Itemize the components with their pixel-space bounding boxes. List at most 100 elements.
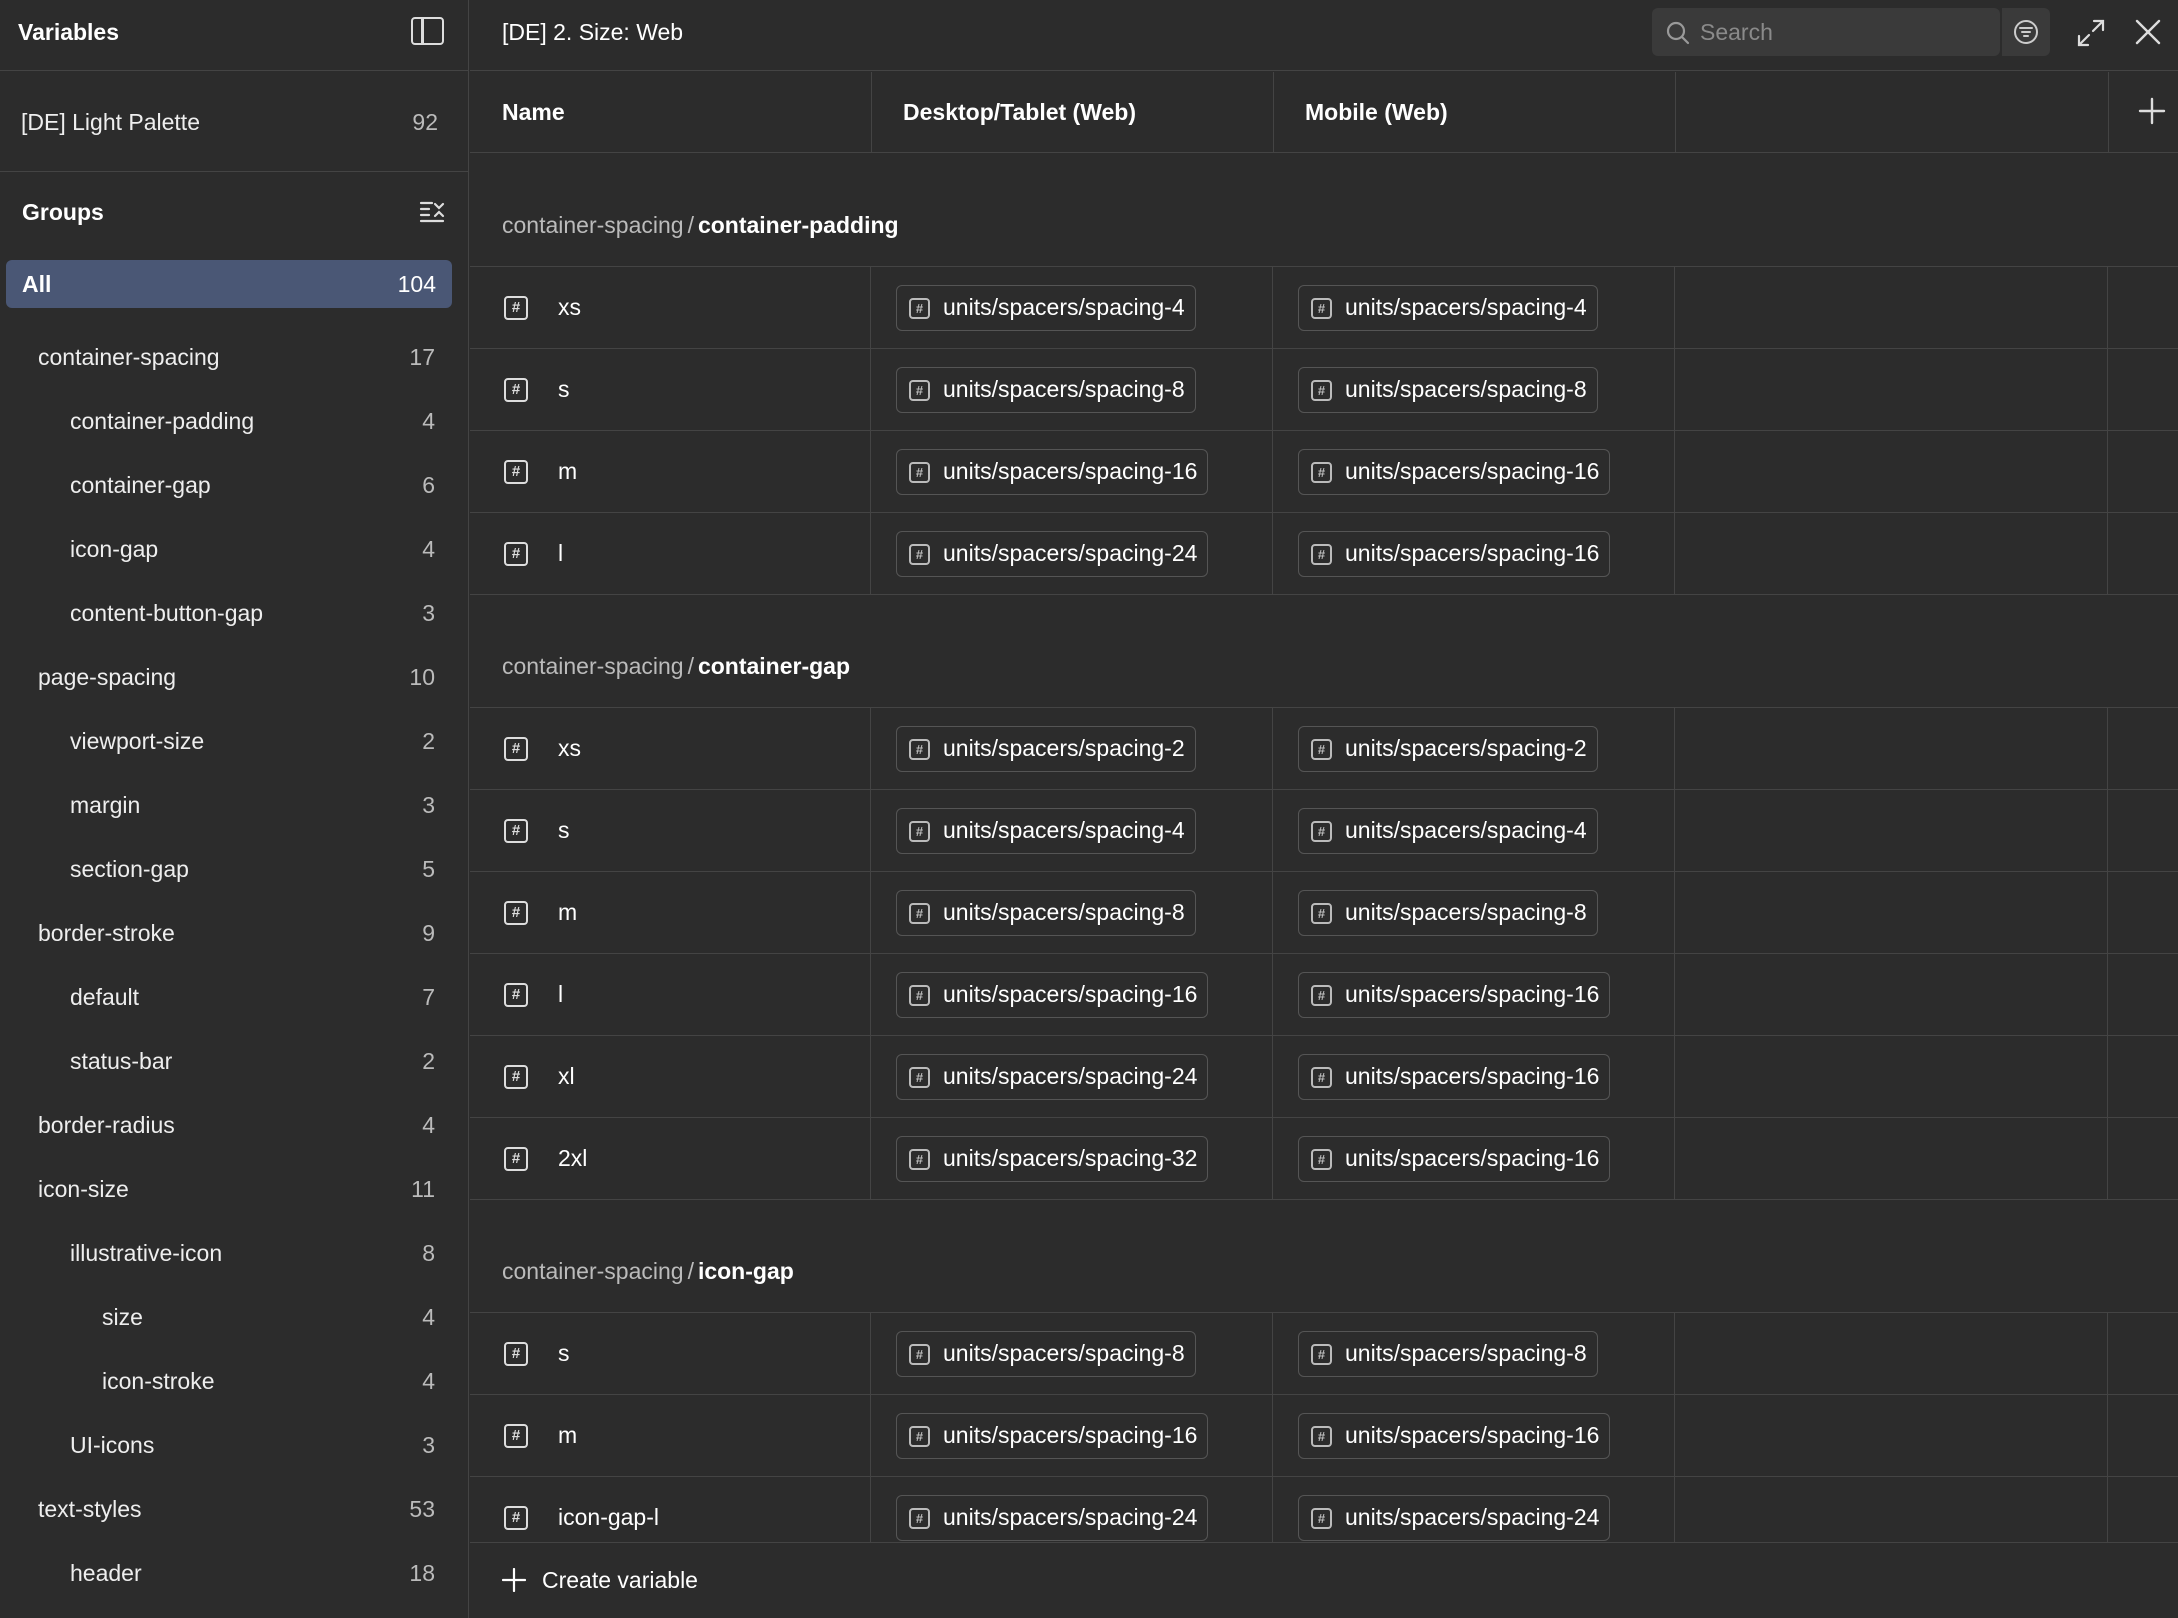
sidebar-group-all[interactable]: All 104 <box>6 260 452 308</box>
sidebar-group-container-spacing[interactable]: container-spacing 17 <box>0 324 469 388</box>
variable-row[interactable]: # s # units/spacers/spacing-4 # units/spacers… <box>470 790 2178 872</box>
sidebar-group-icon-stroke[interactable]: icon-stroke 4 <box>0 1348 469 1412</box>
alias-value-pill[interactable]: # units/spacers/spacing-8 <box>1298 1331 1598 1377</box>
variable-value-cell-desktop[interactable]: # units/spacers/spacing-16 <box>871 1395 1273 1476</box>
variable-name-cell[interactable]: # xl <box>470 1036 871 1117</box>
column-header-desktop[interactable]: Desktop/Tablet (Web) <box>903 99 1136 126</box>
sidebar-group-border-radius[interactable]: border-radius 4 <box>0 1092 469 1156</box>
sidebar-group-container-padding[interactable]: container-padding 4 <box>0 388 469 452</box>
variable-row[interactable]: # l # units/spacers/spacing-24 # units/spacer… <box>470 513 2178 595</box>
variable-row[interactable]: # m # units/spacers/spacing-16 # units/spacer… <box>470 1395 2178 1477</box>
alias-value-pill[interactable]: # units/spacers/spacing-4 <box>896 285 1196 331</box>
alias-value-pill[interactable]: # units/spacers/spacing-16 <box>1298 1413 1611 1459</box>
sidebar-group-margin[interactable]: margin 3 <box>0 772 469 836</box>
sidebar-group-illustrative-icon[interactable]: illustrative-icon 8 <box>0 1220 469 1284</box>
filter-button[interactable] <box>2002 8 2050 56</box>
sidebar-group-page-spacing[interactable]: page-spacing 10 <box>0 644 469 708</box>
alias-value-pill[interactable]: # units/spacers/spacing-8 <box>896 890 1196 936</box>
variable-row[interactable]: # xl # units/spacers/spacing-24 # units/space… <box>470 1036 2178 1118</box>
variable-value-cell-desktop[interactable]: # units/spacers/spacing-24 <box>871 1477 1273 1542</box>
variable-value-cell-desktop[interactable]: # units/spacers/spacing-4 <box>871 267 1273 348</box>
list-collapse-icon[interactable] <box>419 199 445 225</box>
sidebar-group-ui-icons[interactable]: UI-icons 3 <box>0 1412 469 1476</box>
alias-value-pill[interactable]: # units/spacers/spacing-32 <box>896 1136 1209 1182</box>
variable-value-cell-desktop[interactable]: # units/spacers/spacing-24 <box>871 1036 1273 1117</box>
column-header-name[interactable]: Name <box>502 99 565 126</box>
sidebar-group-icon-gap[interactable]: icon-gap 4 <box>0 516 469 580</box>
alias-value-pill[interactable]: # units/spacers/spacing-16 <box>896 972 1209 1018</box>
variable-row[interactable]: # s # units/spacers/spacing-8 # units/spacers… <box>470 1313 2178 1395</box>
alias-value-pill[interactable]: # units/spacers/spacing-24 <box>896 1495 1209 1541</box>
variable-value-cell-mobile[interactable]: # units/spacers/spacing-16 <box>1273 513 1675 594</box>
variable-value-cell-desktop[interactable]: # units/spacers/spacing-16 <box>871 431 1273 512</box>
variable-row[interactable]: #2xl # units/spacers/spacing-32 # units/spac… <box>470 1118 2178 1200</box>
variable-value-cell-mobile[interactable]: # units/spacers/spacing-24 <box>1273 1477 1675 1542</box>
close-icon[interactable] <box>2134 18 2162 46</box>
variable-value-cell-mobile[interactable]: # units/spacers/spacing-16 <box>1273 954 1675 1035</box>
collection-item[interactable]: [DE] Light Palette 92 <box>0 72 469 172</box>
alias-value-pill[interactable]: # units/spacers/spacing-24 <box>896 1054 1209 1100</box>
alias-value-pill[interactable]: # units/spacers/spacing-16 <box>1298 972 1611 1018</box>
alias-value-pill[interactable]: # units/spacers/spacing-2 <box>896 726 1196 772</box>
variable-value-cell-desktop[interactable]: # units/spacers/spacing-2 <box>871 708 1273 789</box>
sidebar-group-size[interactable]: size 4 <box>0 1284 469 1348</box>
alias-value-pill[interactable]: # units/spacers/spacing-24 <box>1298 1495 1611 1541</box>
alias-value-pill[interactable]: # units/spacers/spacing-8 <box>1298 367 1598 413</box>
sidebar-group-icon-size[interactable]: icon-size 11 <box>0 1156 469 1220</box>
variable-value-cell-mobile[interactable]: # units/spacers/spacing-16 <box>1273 1395 1675 1476</box>
alias-value-pill[interactable]: # units/spacers/spacing-8 <box>896 367 1196 413</box>
variable-row[interactable]: # icon-gap-l # units/spacers/spacing-24 # uni… <box>470 1477 2178 1542</box>
variable-value-cell-mobile[interactable]: # units/spacers/spacing-4 <box>1273 267 1675 348</box>
sidebar-group-viewport-size[interactable]: viewport-size 2 <box>0 708 469 772</box>
variable-row[interactable]: # xs # units/spacers/spacing-4 # units/spacer… <box>470 267 2178 349</box>
alias-value-pill[interactable]: # units/spacers/spacing-4 <box>896 808 1196 854</box>
alias-value-pill[interactable]: # units/spacers/spacing-16 <box>1298 1054 1611 1100</box>
alias-value-pill[interactable]: # units/spacers/spacing-8 <box>1298 890 1598 936</box>
variable-name-cell[interactable]: # m <box>470 872 871 953</box>
variable-value-cell-mobile[interactable]: # units/spacers/spacing-16 <box>1273 431 1675 512</box>
alias-value-pill[interactable]: # units/spacers/spacing-8 <box>896 1331 1196 1377</box>
variable-name-cell[interactable]: # m <box>470 431 871 512</box>
variable-value-cell-mobile[interactable]: # units/spacers/spacing-16 <box>1273 1036 1675 1117</box>
variable-name-cell[interactable]: # s <box>470 1313 871 1394</box>
sidebar-group-border-stroke[interactable]: border-stroke 9 <box>0 900 469 964</box>
variable-name-cell[interactable]: # l <box>470 954 871 1035</box>
variable-value-cell-desktop[interactable]: # units/spacers/spacing-8 <box>871 1313 1273 1394</box>
variable-name-cell[interactable]: # l <box>470 513 871 594</box>
variable-value-cell-mobile[interactable]: # units/spacers/spacing-8 <box>1273 872 1675 953</box>
variable-value-cell-desktop[interactable]: # units/spacers/spacing-16 <box>871 954 1273 1035</box>
variable-name-cell[interactable]: # s <box>470 349 871 430</box>
expand-icon[interactable] <box>2076 18 2106 48</box>
alias-value-pill[interactable]: # units/spacers/spacing-16 <box>896 449 1209 495</box>
variable-name-cell[interactable]: # xs <box>470 708 871 789</box>
variable-row[interactable]: # l # units/spacers/spacing-16 # units/spacer… <box>470 954 2178 1036</box>
variable-row[interactable]: # s # units/spacers/spacing-8 # units/spacers… <box>470 349 2178 431</box>
column-header-mobile[interactable]: Mobile (Web) <box>1305 99 1448 126</box>
variable-name-cell[interactable]: # icon-gap-l <box>470 1477 871 1542</box>
variable-name-cell[interactable]: #2xl <box>470 1118 871 1199</box>
variable-value-cell-mobile[interactable]: # units/spacers/spacing-8 <box>1273 349 1675 430</box>
alias-value-pill[interactable]: # units/spacers/spacing-16 <box>1298 531 1611 577</box>
variable-value-cell-mobile[interactable]: # units/spacers/spacing-8 <box>1273 1313 1675 1394</box>
variable-value-cell-desktop[interactable]: # units/spacers/spacing-32 <box>871 1118 1273 1199</box>
variable-value-cell-mobile[interactable]: # units/spacers/spacing-16 <box>1273 1118 1675 1199</box>
variable-value-cell-desktop[interactable]: # units/spacers/spacing-8 <box>871 349 1273 430</box>
sidebar-group-default[interactable]: default 7 <box>0 964 469 1028</box>
sidebar-toggle-icon[interactable] <box>411 17 444 45</box>
alias-value-pill[interactable]: # units/spacers/spacing-2 <box>1298 726 1598 772</box>
variable-row[interactable]: # m # units/spacers/spacing-8 # units/spacers… <box>470 872 2178 954</box>
sidebar-group-header[interactable]: header 18 <box>0 1540 469 1604</box>
sidebar-group-container-gap[interactable]: container-gap 6 <box>0 452 469 516</box>
variable-value-cell-mobile[interactable]: # units/spacers/spacing-4 <box>1273 790 1675 871</box>
alias-value-pill[interactable]: # units/spacers/spacing-16 <box>896 1413 1209 1459</box>
variable-name-cell[interactable]: # s <box>470 790 871 871</box>
search-input[interactable] <box>1700 14 1990 50</box>
add-mode-plus-icon[interactable] <box>2138 97 2166 125</box>
sidebar-group-text-styles[interactable]: text-styles 53 <box>0 1476 469 1540</box>
variable-value-cell-desktop[interactable]: # units/spacers/spacing-4 <box>871 790 1273 871</box>
alias-value-pill[interactable]: # units/spacers/spacing-4 <box>1298 285 1598 331</box>
variable-row[interactable]: # xs # units/spacers/spacing-2 # units/spacer… <box>470 708 2178 790</box>
variable-value-cell-mobile[interactable]: # units/spacers/spacing-2 <box>1273 708 1675 789</box>
variable-name-cell[interactable]: # m <box>470 1395 871 1476</box>
alias-value-pill[interactable]: # units/spacers/spacing-24 <box>896 531 1209 577</box>
